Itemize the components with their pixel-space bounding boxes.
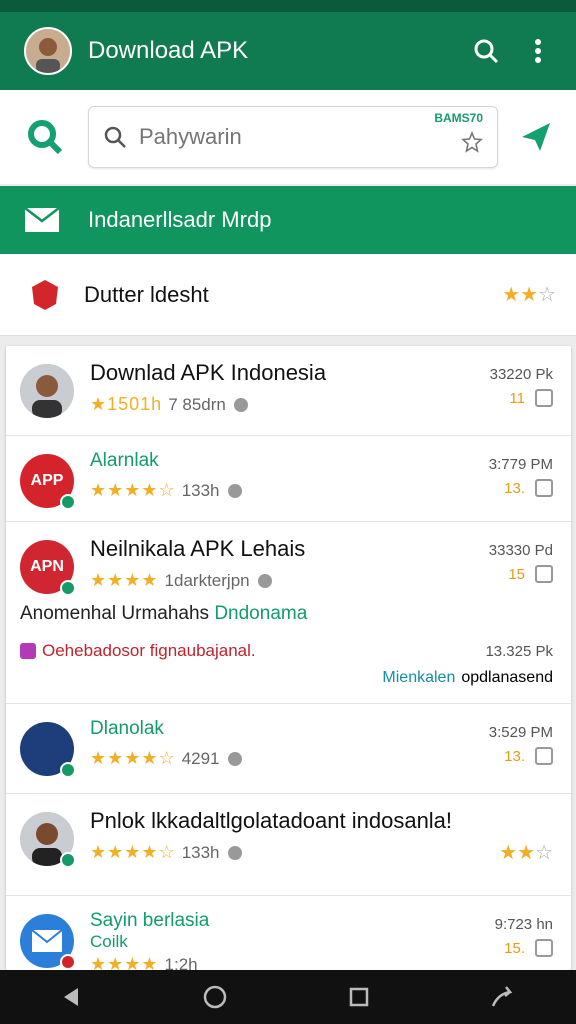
checkbox[interactable]: [535, 389, 553, 407]
filter-title: Dutter ldesht: [84, 281, 209, 307]
status-bar: [0, 0, 576, 12]
list-item[interactable]: Dlanolak ★★★★☆ 4291 3:529 PM 13.: [6, 704, 571, 794]
overflow-menu-button[interactable]: [518, 31, 558, 71]
item-meta: 1:2h: [164, 954, 198, 971]
search-icon: [474, 39, 499, 64]
item-count: 11: [509, 389, 525, 407]
item-note: Oehebadosor fignaubajanal.: [42, 641, 256, 660]
item-time: 33220 Pk: [489, 366, 553, 383]
filter-row[interactable]: Dutter ldesht ★★☆: [0, 254, 576, 336]
app-bar: Download APK: [0, 12, 576, 90]
share-icon[interactable]: [490, 984, 516, 1010]
avatar: APN: [20, 540, 76, 596]
app-list: Downlad APK Indonesia ★1501h 7 85drn 3322…: [6, 346, 571, 970]
search-input[interactable]: [139, 124, 399, 150]
profile-avatar[interactable]: [24, 27, 72, 75]
search-button[interactable]: [466, 31, 506, 71]
item-count: 13.: [504, 747, 525, 765]
item-rating: ★★★★: [90, 954, 159, 970]
item-rating: ★★★★☆: [90, 748, 176, 768]
item-time: 3:529 PM: [488, 724, 553, 741]
globe-icon: [257, 573, 272, 588]
rating-stars: ★★☆: [499, 842, 553, 864]
globe-icon: [233, 397, 248, 412]
item-title: Sayin berlasia: [90, 910, 210, 931]
more-vertical-icon: [535, 39, 541, 63]
item-time: 3:779 PM: [488, 456, 553, 473]
search-icon[interactable]: [26, 118, 64, 156]
avatar: [20, 914, 76, 970]
item-rating: ★1501h: [90, 394, 163, 414]
globe-icon: [227, 751, 242, 766]
item-title: Pnlok lkkadaltlgolatadoant indosanla!: [90, 808, 453, 833]
navigation-bar: [0, 970, 576, 1024]
app-title: Download APK: [88, 37, 249, 64]
item-subtitle: Coilk: [90, 932, 128, 951]
list-item[interactable]: APN Neilnikala APK Lehais ★★★★ 1darkterjp…: [6, 522, 571, 704]
item-rating: ★★★★: [90, 570, 159, 590]
item-count: 15.: [504, 939, 525, 957]
item-meta: 133h: [181, 842, 220, 862]
search-row: BAMS70: [0, 90, 576, 184]
item-count: 15: [508, 565, 525, 583]
rating-stars: ★★☆: [502, 284, 556, 306]
item-meta: 7 85drn: [168, 394, 226, 414]
search-field[interactable]: BAMS70: [88, 106, 498, 168]
avatar: [20, 812, 76, 868]
search-icon: [104, 126, 126, 148]
item-title: Downlad APK Indonesia: [90, 360, 327, 385]
avatar: [20, 722, 76, 778]
item-meta: 133h: [181, 480, 220, 500]
item-rating: ★★★★☆: [90, 842, 176, 862]
back-icon[interactable]: [60, 986, 82, 1008]
item-link-text: opdlanasend: [461, 669, 553, 686]
item-count: 13.: [504, 479, 525, 497]
item-meta: 4291: [181, 748, 220, 768]
item-title: Dlanolak: [90, 718, 164, 739]
search-tag: BAMS70: [434, 111, 483, 125]
item-title: Alarnlak: [90, 450, 159, 471]
item-link[interactable]: Mienkalen: [382, 669, 455, 687]
send-icon[interactable]: [518, 119, 554, 155]
app-icon: [20, 643, 36, 659]
list-item[interactable]: Pnlok lkkadaltlgolatadoant indosanla! ★★…: [6, 794, 571, 896]
avatar: APP: [20, 454, 76, 510]
banner-title: Indanerllsadr Mrdp: [88, 207, 272, 232]
globe-icon: [227, 483, 242, 498]
item-time: 9:723 hn: [494, 916, 553, 933]
home-icon[interactable]: [202, 984, 228, 1010]
banner[interactable]: Indanerllsadr Mrdp: [0, 186, 576, 254]
avatar: [20, 364, 74, 418]
list-item[interactable]: APP Alarnlak ★★★★☆ 133h 3:779 PM 13.: [6, 436, 571, 522]
person-icon: [26, 29, 70, 73]
mail-icon: [24, 207, 60, 232]
checkbox[interactable]: [535, 747, 553, 765]
list-item[interactable]: Sayin berlasia Coilk ★★★★ 1:2h 9:723 hn 1…: [6, 896, 571, 970]
checkbox[interactable]: [535, 939, 553, 957]
item-rating: ★★★★☆: [90, 480, 176, 500]
item-description-highlight: Dndonama: [214, 603, 308, 624]
item-meta: 1darkterjpn: [164, 570, 250, 590]
item-description: Anomenhal Urmahahs: [20, 603, 215, 624]
star-outline-icon[interactable]: [461, 131, 483, 153]
mail-icon: [32, 930, 62, 952]
checkbox[interactable]: [535, 565, 553, 583]
item-title: Neilnikala APK Lehais: [90, 536, 306, 561]
recents-icon[interactable]: [348, 986, 370, 1008]
item-time: 33330 Pd: [488, 542, 553, 559]
list-item[interactable]: Downlad APK Indonesia ★1501h 7 85drn 3322…: [6, 346, 571, 436]
checkbox[interactable]: [535, 479, 553, 497]
shield-icon: [32, 279, 58, 310]
globe-icon: [227, 845, 242, 860]
item-time: 13.325 Pk: [485, 642, 553, 660]
